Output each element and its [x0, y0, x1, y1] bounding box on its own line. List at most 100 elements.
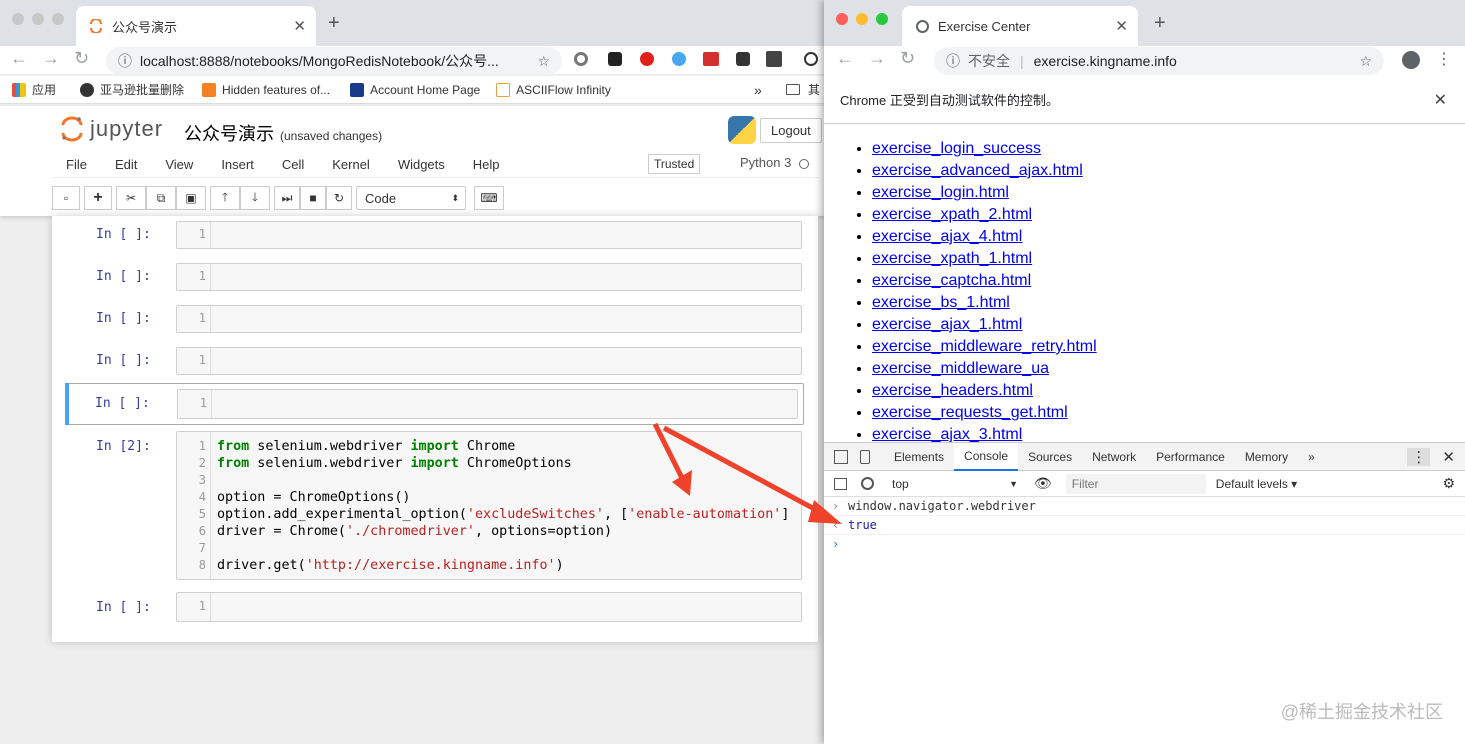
forward-arrow-icon[interactable]: →: [42, 48, 60, 69]
menu-file[interactable]: File: [66, 157, 87, 172]
bookmarks-overflow-button[interactable]: »: [754, 82, 762, 98]
address-bar[interactable]: ⓘ 不安全 | exercise.kingname.info ☆: [934, 47, 1384, 75]
menu-view[interactable]: View: [165, 157, 193, 172]
stop-icon[interactable]: ■: [300, 186, 326, 210]
exercise-link[interactable]: exercise_ajax_4.html: [872, 228, 1022, 245]
close-window-button[interactable]: [12, 13, 24, 25]
sidebar-toggle-icon[interactable]: [834, 477, 847, 490]
exercise-link[interactable]: exercise_requests_get.html: [872, 404, 1068, 421]
menu-edit[interactable]: Edit: [115, 157, 137, 172]
jupyter-logo[interactable]: jupyter: [60, 116, 163, 142]
inspect-element-icon[interactable]: [834, 449, 848, 464]
tab-memory[interactable]: Memory: [1235, 443, 1298, 471]
code-cell[interactable]: In [2]: 12345678 from selenium.webdriver…: [68, 431, 802, 580]
extension-icon[interactable]: [640, 52, 654, 66]
code-cell[interactable]: In [ ]: 1: [68, 221, 802, 249]
clear-console-icon[interactable]: [861, 477, 874, 490]
cell-input[interactable]: 12345678 from selenium.webdriver import …: [176, 431, 802, 580]
bookmark-item[interactable]: Account Home Page: [350, 82, 480, 97]
tab-performance[interactable]: Performance: [1146, 443, 1235, 471]
extension-icon[interactable]: [703, 52, 719, 66]
console-filter-input[interactable]: [1065, 473, 1206, 494]
close-window-button[interactable]: [836, 13, 848, 25]
cell-input[interactable]: 1: [176, 305, 802, 333]
console-settings-gear-icon[interactable]: ⚙: [1442, 475, 1455, 492]
exercise-link[interactable]: exercise_captcha.html: [872, 272, 1031, 289]
exercise-link[interactable]: exercise_middleware_retry.html: [872, 338, 1097, 355]
bookmark-apps[interactable]: 应用: [12, 81, 56, 98]
notebook-title[interactable]: 公众号演示 (unsaved changes): [184, 120, 382, 146]
cell-input[interactable]: 1: [177, 389, 798, 419]
run-icon[interactable]: ⏭: [274, 186, 300, 210]
close-tab-icon[interactable]: ✕: [293, 17, 306, 35]
cell-type-select[interactable]: Code ⬍: [356, 186, 466, 210]
close-infobar-icon[interactable]: ✕: [1434, 90, 1447, 110]
tab-console[interactable]: Console: [954, 442, 1019, 471]
bookmark-star-icon[interactable]: ☆: [537, 53, 550, 70]
exercise-link[interactable]: exercise_xpath_1.html: [872, 250, 1032, 267]
save-icon[interactable]: ▫: [52, 186, 80, 210]
profile-avatar-icon[interactable]: [1402, 51, 1420, 69]
tab-network[interactable]: Network: [1082, 443, 1146, 471]
move-down-icon[interactable]: 🡓: [240, 186, 270, 210]
code-cell[interactable]: In [ ]: 1: [68, 263, 802, 291]
copy-icon[interactable]: ⧉: [146, 186, 176, 210]
devtools-menu-icon[interactable]: ⋮: [1407, 447, 1431, 466]
new-tab-button[interactable]: +: [1154, 12, 1166, 35]
selected-code-cell[interactable]: In [ ]: 1: [65, 383, 804, 425]
exercise-link[interactable]: exercise_advanced_ajax.html: [872, 162, 1083, 179]
info-icon[interactable]: ⓘ: [118, 51, 132, 71]
close-tab-icon[interactable]: ✕: [1115, 17, 1128, 35]
new-tab-button[interactable]: +: [328, 12, 340, 35]
exercise-link[interactable]: exercise_headers.html: [872, 382, 1033, 399]
logout-button[interactable]: Logout: [760, 118, 822, 143]
tab-elements[interactable]: Elements: [884, 443, 954, 471]
keyboard-icon[interactable]: ⌨: [474, 186, 504, 210]
other-bookmarks-label[interactable]: 其: [808, 81, 820, 98]
context-selector[interactable]: top ▼: [888, 474, 1022, 494]
extension-icon[interactable]: [736, 52, 750, 66]
move-up-icon[interactable]: 🡑: [210, 186, 240, 210]
menu-help[interactable]: Help: [473, 157, 500, 172]
cell-input[interactable]: 1: [176, 347, 802, 375]
back-arrow-icon[interactable]: ←: [836, 48, 854, 69]
info-icon[interactable]: ⓘ: [946, 51, 960, 71]
code-editor[interactable]: from selenium.webdriver import Chrome fro…: [217, 438, 789, 574]
more-menu-icon[interactable]: ⋮: [1436, 49, 1452, 69]
exercise-link[interactable]: exercise_middleware_ua: [872, 360, 1049, 377]
forward-arrow-icon[interactable]: →: [868, 48, 886, 69]
exercise-link[interactable]: exercise_bs_1.html: [872, 294, 1010, 311]
menu-widgets[interactable]: Widgets: [398, 157, 445, 172]
bookmark-item[interactable]: 亚马逊批量删除: [80, 81, 184, 98]
code-cell[interactable]: In [ ]: 1: [68, 592, 802, 622]
code-cell[interactable]: In [ ]: 1: [68, 305, 802, 333]
log-levels-dropdown[interactable]: Default levels ▾: [1216, 477, 1297, 491]
tab-exercise-center[interactable]: Exercise Center ✕: [902, 6, 1138, 46]
extension-icon[interactable]: [804, 52, 818, 66]
exercise-link[interactable]: exercise_ajax_1.html: [872, 316, 1022, 333]
zoom-window-button[interactable]: [876, 13, 888, 25]
back-arrow-icon[interactable]: ←: [10, 48, 28, 69]
restart-icon[interactable]: ↻: [326, 186, 352, 210]
code-cell[interactable]: In [ ]: 1: [68, 347, 802, 375]
trusted-badge[interactable]: Trusted: [648, 154, 701, 174]
device-toggle-icon[interactable]: [860, 449, 870, 464]
paste-icon[interactable]: ▣: [176, 186, 206, 210]
cell-input[interactable]: 1: [176, 263, 802, 291]
zoom-window-button[interactable]: [52, 13, 64, 25]
reload-icon[interactable]: ↻: [900, 48, 915, 69]
menu-cell[interactable]: Cell: [282, 157, 304, 172]
exercise-link[interactable]: exercise_login_success: [872, 140, 1041, 157]
bookmark-star-icon[interactable]: ☆: [1359, 53, 1372, 70]
exercise-link[interactable]: exercise_login.html: [872, 184, 1009, 201]
exercise-link[interactable]: exercise_xpath_2.html: [872, 206, 1032, 223]
cell-input[interactable]: 1: [176, 592, 802, 622]
tab-notebook[interactable]: 公众号演示 ✕: [76, 6, 316, 46]
more-tabs-button[interactable]: »: [1298, 443, 1325, 471]
cut-icon[interactable]: ✂: [116, 186, 146, 210]
selenium-extension-icon[interactable]: [766, 51, 782, 67]
cell-input[interactable]: 1: [176, 221, 802, 249]
close-devtools-icon[interactable]: ✕: [1442, 448, 1455, 466]
tab-sources[interactable]: Sources: [1018, 443, 1082, 471]
address-bar[interactable]: ⓘ localhost:8888/notebooks/MongoRedisNot…: [106, 47, 562, 75]
